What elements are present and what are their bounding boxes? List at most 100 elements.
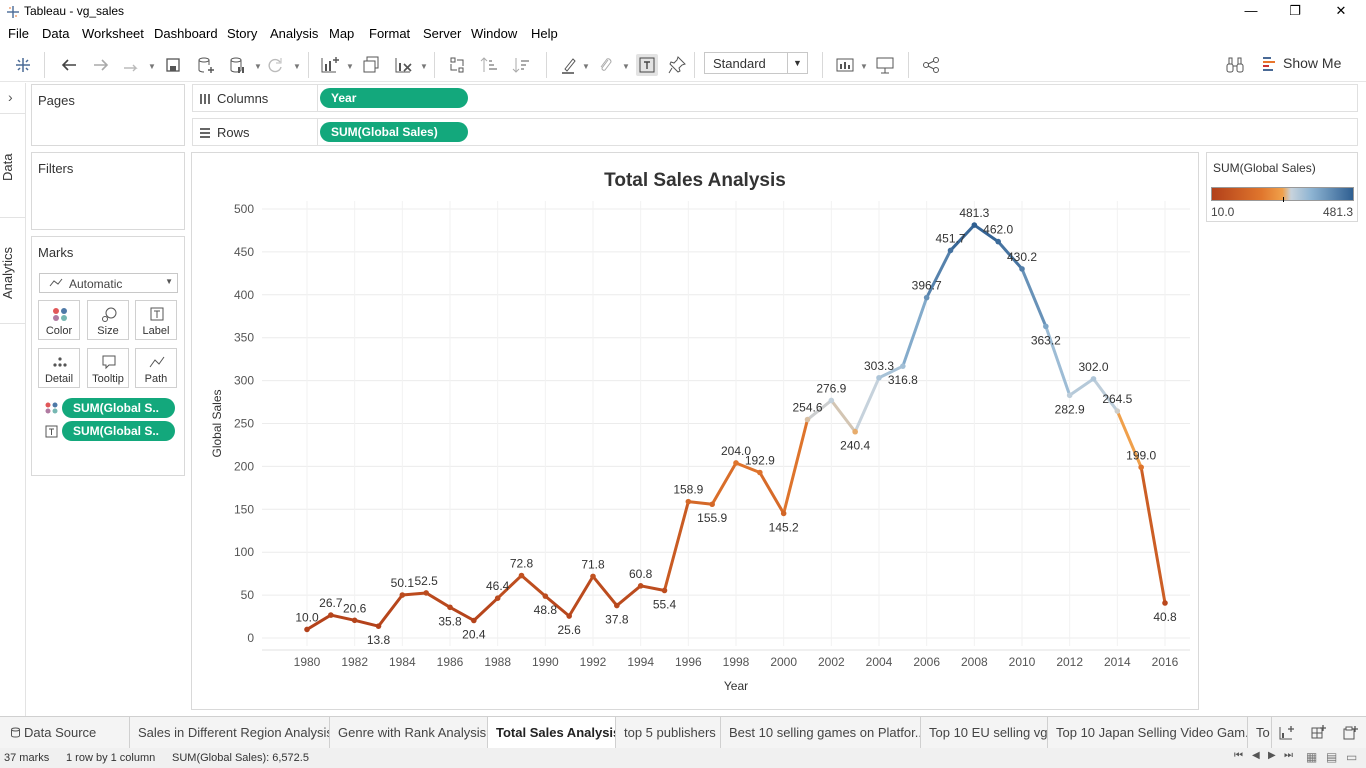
restore-button[interactable]: ❐ bbox=[1272, 2, 1318, 22]
save-icon[interactable] bbox=[162, 54, 184, 76]
refresh-dropdown-icon[interactable]: ▼ bbox=[293, 62, 301, 71]
presentation-mode-icon[interactable] bbox=[874, 54, 896, 76]
menu-map[interactable]: Map bbox=[329, 26, 354, 41]
color-legend[interactable]: SUM(Global Sales) 10.0 481.3 bbox=[1206, 152, 1358, 222]
global-sales-pill[interactable]: SUM(Global Sales) bbox=[320, 122, 468, 142]
tab-top-publishers[interactable]: top 5 publishers bbox=[616, 717, 721, 748]
tab-top-japan[interactable]: Top 10 Japan Selling Video Gam... bbox=[1048, 717, 1248, 748]
tab-sales-region[interactable]: Sales in Different Region Analysis bbox=[130, 717, 330, 748]
y-tick-label: 250 bbox=[234, 417, 254, 431]
color-label: Color bbox=[45, 325, 73, 337]
new-sheet-dropdown-icon[interactable]: ▼ bbox=[346, 62, 354, 71]
tab-analytics[interactable]: Analytics bbox=[0, 243, 26, 303]
pages-card[interactable]: Pages bbox=[31, 84, 185, 146]
close-button[interactable]: ✕ bbox=[1318, 2, 1364, 22]
data-point bbox=[590, 573, 596, 580]
data-point bbox=[685, 498, 692, 505]
sort-descending-icon[interactable] bbox=[510, 54, 532, 76]
chevron-down-icon: ▼ bbox=[165, 277, 173, 286]
clear-dropdown-icon[interactable]: ▼ bbox=[420, 62, 428, 71]
group-dropdown-icon[interactable]: ▼ bbox=[622, 62, 630, 71]
menu-window[interactable]: Window bbox=[471, 26, 517, 41]
duplicate-sheet-icon[interactable] bbox=[360, 54, 382, 76]
menu-server[interactable]: Server bbox=[423, 26, 461, 41]
color-button[interactable]: Color bbox=[38, 300, 80, 340]
replay-icon[interactable] bbox=[120, 54, 142, 76]
line-chart[interactable]: Total Sales Analysis 0 50 100 150 200 250 300 35… bbox=[192, 153, 1198, 709]
minimize-button[interactable]: — bbox=[1228, 2, 1274, 22]
pause-updates-icon[interactable] bbox=[226, 54, 248, 76]
next-page-icon[interactable]: ▶ bbox=[1268, 750, 1276, 761]
group-members-icon[interactable] bbox=[594, 54, 616, 76]
new-dashboard-tab-icon[interactable] bbox=[1310, 725, 1326, 741]
refresh-icon[interactable] bbox=[264, 54, 286, 76]
share-icon[interactable] bbox=[920, 54, 942, 76]
x-tick-label: 2012 bbox=[1056, 655, 1083, 669]
clear-sheet-icon[interactable] bbox=[392, 54, 414, 76]
size-button[interactable]: Size bbox=[87, 300, 129, 340]
menu-worksheet[interactable]: Worksheet bbox=[82, 26, 144, 41]
redo-icon[interactable] bbox=[90, 54, 112, 76]
binoculars-icon[interactable] bbox=[1224, 54, 1246, 76]
new-data-source-icon[interactable] bbox=[194, 54, 216, 76]
side-rail: › Data Analytics bbox=[0, 83, 26, 716]
fit-dropdown[interactable]: Standard ▼ bbox=[704, 52, 808, 74]
sort-ascending-icon[interactable] bbox=[478, 54, 500, 76]
data-label: 430.2 bbox=[1007, 250, 1037, 264]
tooltip-button[interactable]: Tooltip bbox=[87, 348, 129, 388]
fix-axes-pin-icon[interactable] bbox=[666, 54, 688, 76]
data-label: 158.9 bbox=[673, 483, 703, 497]
data-label: 55.4 bbox=[653, 597, 677, 611]
last-page-icon[interactable]: ⏭ bbox=[1284, 750, 1293, 761]
label-button[interactable]: Label bbox=[135, 300, 177, 340]
data-label: 254.6 bbox=[792, 401, 822, 415]
undo-icon[interactable] bbox=[58, 54, 80, 76]
label-field-pill[interactable]: SUM(Global S.. bbox=[62, 421, 175, 441]
grid-view-icon[interactable]: ▦ bbox=[1306, 750, 1317, 764]
year-pill[interactable]: Year bbox=[320, 88, 468, 108]
filters-card[interactable]: Filters bbox=[31, 152, 185, 230]
menu-format[interactable]: Format bbox=[369, 26, 410, 41]
prev-page-icon[interactable]: ◀ bbox=[1252, 750, 1260, 761]
tab-data-source[interactable]: Data Source bbox=[0, 717, 130, 748]
path-button[interactable]: Path bbox=[135, 348, 177, 388]
mark-type-dropdown[interactable]: Automatic ▼ bbox=[39, 273, 178, 293]
tab-total-sales[interactable]: Total Sales Analysis bbox=[488, 717, 616, 748]
first-page-icon[interactable]: ⏮ bbox=[1234, 750, 1243, 761]
data-point bbox=[995, 238, 1001, 245]
tab-best-platform[interactable]: Best 10 selling games on Platfor... bbox=[721, 717, 921, 748]
tab-overflow[interactable]: To bbox=[1248, 717, 1272, 748]
filmstrip-view-icon[interactable]: ▤ bbox=[1326, 750, 1337, 764]
tab-genre-rank[interactable]: Genre with Rank Analysis bbox=[330, 717, 488, 748]
data-dropdown-icon[interactable]: ▼ bbox=[254, 62, 262, 71]
tab-data[interactable]: Data bbox=[0, 147, 26, 187]
detail-button[interactable]: Detail bbox=[38, 348, 80, 388]
show-mark-labels-icon[interactable] bbox=[636, 54, 658, 76]
rows-shelf[interactable]: Rows SUM(Global Sales) bbox=[192, 118, 1358, 146]
worksheet-view[interactable]: Total Sales Analysis 0 50 100 150 200 250 300 35… bbox=[191, 152, 1199, 710]
menu-story[interactable]: Story bbox=[227, 26, 257, 41]
data-label: 60.8 bbox=[629, 567, 653, 581]
highlight-dropdown-icon[interactable]: ▼ bbox=[582, 62, 590, 71]
highlight-icon[interactable] bbox=[558, 54, 580, 76]
menu-help[interactable]: Help bbox=[531, 26, 558, 41]
series-line-segment bbox=[1068, 377, 1095, 397]
tab-view-icon[interactable]: ▭ bbox=[1346, 750, 1357, 764]
show-cards-icon[interactable] bbox=[834, 54, 856, 76]
swap-rows-columns-icon[interactable] bbox=[446, 54, 468, 76]
menu-dashboard[interactable]: Dashboard bbox=[154, 26, 218, 41]
replay-dropdown-icon[interactable]: ▼ bbox=[148, 62, 156, 71]
expand-panel-chevron-icon[interactable]: › bbox=[8, 89, 13, 105]
tab-top-eu[interactable]: Top 10 EU selling vg bbox=[921, 717, 1048, 748]
new-story-tab-icon[interactable] bbox=[1342, 725, 1358, 741]
cards-dropdown-icon[interactable]: ▼ bbox=[860, 62, 868, 71]
menu-data[interactable]: Data bbox=[42, 26, 69, 41]
tableau-home-icon[interactable] bbox=[12, 54, 34, 76]
menu-analysis[interactable]: Analysis bbox=[270, 26, 318, 41]
color-field-pill[interactable]: SUM(Global S.. bbox=[62, 398, 175, 418]
menu-file[interactable]: File bbox=[8, 26, 29, 41]
pages-card-title: Pages bbox=[38, 93, 75, 108]
new-worksheet-tab-icon[interactable] bbox=[1278, 725, 1294, 741]
new-worksheet-icon[interactable] bbox=[318, 54, 340, 76]
columns-shelf[interactable]: Columns Year bbox=[192, 84, 1358, 112]
